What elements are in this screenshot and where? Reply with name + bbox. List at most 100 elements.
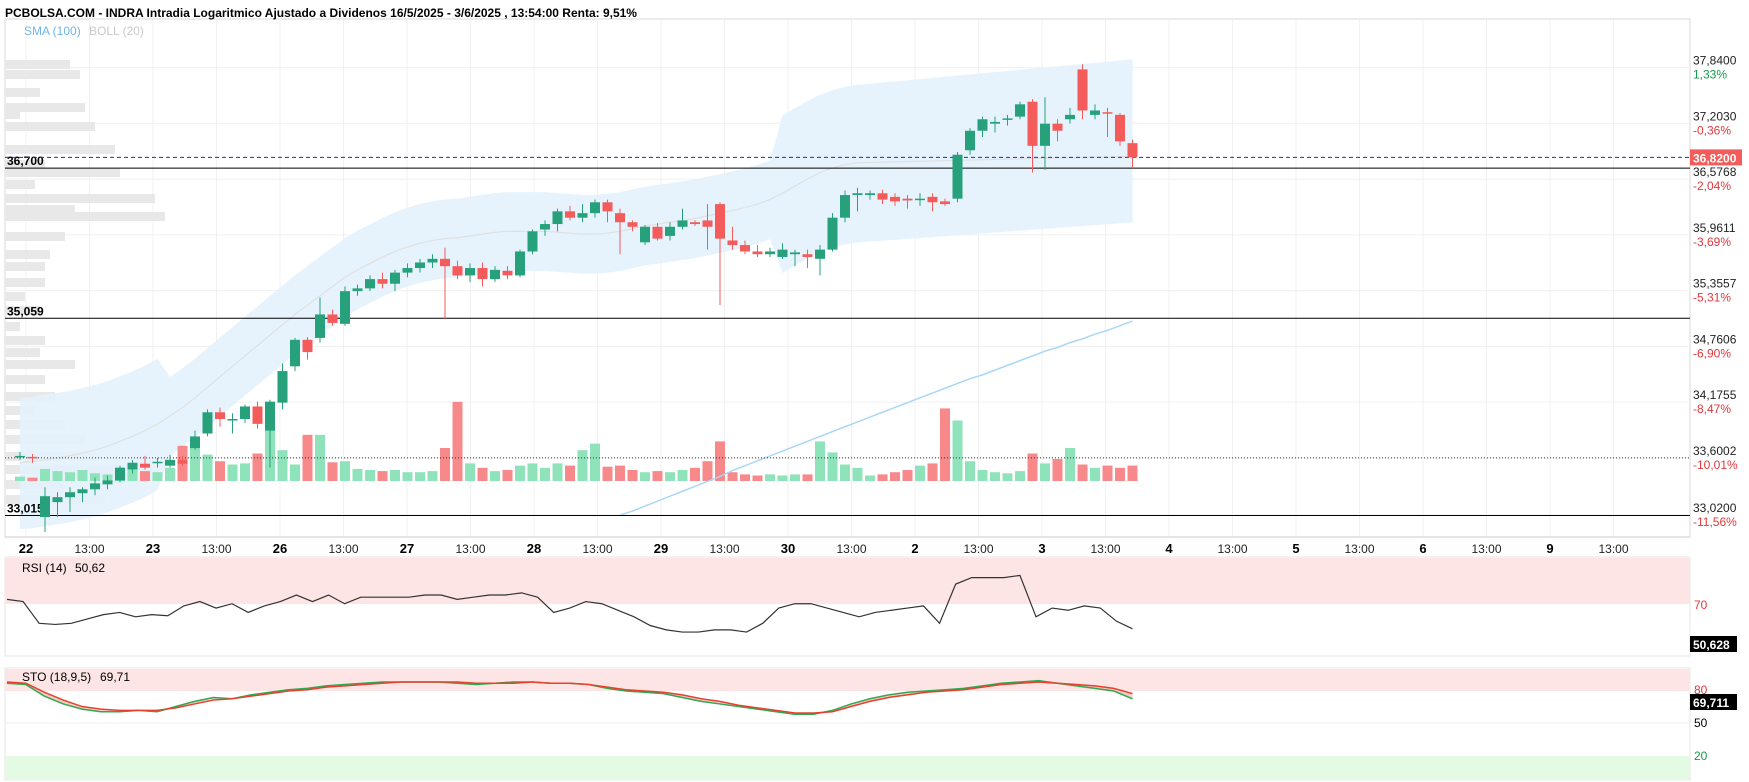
volume-bar xyxy=(577,450,588,481)
candle-body xyxy=(90,483,100,490)
pct-tick-1: -0,36% xyxy=(1693,123,1731,137)
volume-profile-bar-9 xyxy=(5,180,35,189)
volume-bar xyxy=(940,408,950,481)
volume-bar xyxy=(765,474,775,481)
volume-bar xyxy=(977,470,988,481)
candle-body xyxy=(615,213,625,223)
candle xyxy=(202,409,213,437)
sma-100-line xyxy=(619,320,1133,516)
candle xyxy=(752,245,763,257)
rsi-overbought-zone xyxy=(5,558,1690,604)
time-tick-24: 9 xyxy=(1546,541,1553,556)
boll-legend[interactable]: BOLL (20) xyxy=(89,24,144,38)
volume-bar xyxy=(752,475,763,481)
volume-bar xyxy=(790,474,800,481)
candle-body xyxy=(240,406,250,420)
candle-body xyxy=(865,193,875,196)
candle-body xyxy=(190,436,200,449)
pct-tick-4: -5,31% xyxy=(1693,291,1731,305)
candle-body xyxy=(1040,123,1050,146)
volume-bar xyxy=(240,463,250,481)
candle-body xyxy=(215,412,225,420)
price-tick-2: 36,5768 xyxy=(1693,165,1737,179)
volume-bar xyxy=(40,468,50,481)
volume-profile-bar-17 xyxy=(5,292,25,301)
time-tick-25: 13:00 xyxy=(1598,542,1628,556)
volume-profile-bar-0 xyxy=(5,60,70,69)
volume-bar xyxy=(27,477,38,481)
volume-bar xyxy=(602,466,613,481)
time-tick-16: 3 xyxy=(1038,541,1045,556)
candle xyxy=(765,247,775,257)
candle-body xyxy=(802,254,813,257)
time-tick-8: 28 xyxy=(527,541,541,556)
volume-bar xyxy=(777,475,788,481)
volume-profile-bar-5 xyxy=(5,122,95,131)
time-tick-17: 13:00 xyxy=(1090,542,1120,556)
volume-bar xyxy=(140,471,150,481)
volume-bar xyxy=(490,471,500,481)
level-label-1: 35,059 xyxy=(7,304,44,318)
price-tick-3: 35,9611 xyxy=(1693,221,1736,235)
volume-bar xyxy=(152,472,163,481)
volume-bar xyxy=(1040,463,1050,481)
candle-body xyxy=(290,339,300,367)
price-tick-4: 35,3557 xyxy=(1693,277,1737,291)
volume-bar xyxy=(1065,448,1075,481)
volume-bar xyxy=(502,470,513,481)
candle-body xyxy=(740,245,750,252)
candle-body xyxy=(277,371,288,403)
sto-overbought-zone xyxy=(5,669,1690,691)
candle-body xyxy=(902,198,913,201)
candle xyxy=(240,404,250,423)
time-tick-15: 13:00 xyxy=(963,542,993,556)
time-tick-5: 13:00 xyxy=(328,542,358,556)
candle-body xyxy=(727,240,738,246)
candle-body xyxy=(715,204,725,239)
candle-body xyxy=(302,339,313,353)
candle-body xyxy=(840,195,850,218)
sto-level-50: 50 xyxy=(1694,716,1708,730)
volume-bar xyxy=(402,472,413,481)
time-tick-7: 13:00 xyxy=(455,542,485,556)
candle-body xyxy=(502,270,513,276)
volume-bar xyxy=(640,472,650,481)
candle-body xyxy=(690,222,700,225)
candle-body xyxy=(1052,123,1063,131)
sto-label[interactable]: STO (18,9,5) xyxy=(22,670,91,684)
volume-bar xyxy=(427,471,438,481)
candle-body xyxy=(552,211,563,225)
level-label-2: 33,015 xyxy=(7,502,44,516)
time-axis: 22 13:00 23 13:00 26 13:00 27 13:00 28 13:00 29 13:… xyxy=(5,536,1690,556)
candle-body xyxy=(677,220,688,227)
volume-bar xyxy=(440,448,450,481)
volume-bar xyxy=(377,471,388,481)
candle-body xyxy=(165,459,175,466)
candle-body xyxy=(627,222,638,227)
volume-bar xyxy=(552,463,563,481)
candle-body xyxy=(790,252,800,255)
candle-body xyxy=(465,268,475,276)
pct-tick-3: -3,69% xyxy=(1693,235,1731,249)
volume-bar xyxy=(740,474,750,481)
candle-body xyxy=(815,249,825,259)
candle-body xyxy=(1015,104,1025,117)
time-tick-20: 5 xyxy=(1292,541,1299,556)
volume-bar xyxy=(1127,465,1138,481)
volume-bar xyxy=(890,472,900,481)
rsi-level-70: 70 xyxy=(1694,598,1708,612)
candle-body xyxy=(227,419,238,421)
candle xyxy=(340,286,350,326)
candle-body xyxy=(440,258,450,267)
candle-body xyxy=(127,462,138,470)
price-tick-7: 33,6002 xyxy=(1693,444,1737,458)
sma-legend[interactable]: SMA (100) xyxy=(24,24,81,38)
candle xyxy=(515,249,525,278)
pct-tick-5: -6,90% xyxy=(1693,346,1731,360)
volume-bar xyxy=(727,472,738,481)
volume-bar xyxy=(677,470,688,481)
candle-body xyxy=(340,291,350,324)
volume-bar xyxy=(352,468,363,481)
volume-bar xyxy=(77,470,88,481)
rsi-label[interactable]: RSI (14) xyxy=(22,561,67,575)
